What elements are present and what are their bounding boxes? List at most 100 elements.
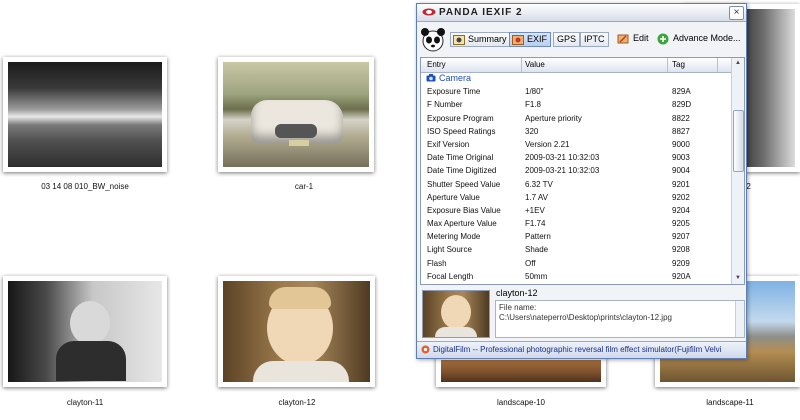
cell-value: F1.8: [525, 100, 542, 110]
photo-bw-noise: [3, 57, 167, 172]
category-label: Camera: [439, 73, 472, 83]
status-text: DigitalFilm -- Professional photographic…: [433, 345, 722, 354]
cell-entry: Max Aperture Value: [427, 219, 497, 229]
table-rows: Camera Exposure Time 1/80" 829A F Number F1.…: [421, 72, 732, 283]
title-bar[interactable]: PANDA IEXIF 2 ×: [417, 4, 746, 22]
cell-tag: 9209: [672, 258, 690, 268]
cell-entry: Focal Length: [427, 271, 474, 281]
cell-value: 2009-03-21 10:32:03: [525, 166, 600, 176]
tab-gps[interactable]: GPS: [553, 32, 581, 47]
summary-icon: [453, 35, 465, 45]
thumbnail-caption: clayton-12: [278, 398, 316, 407]
category-row-camera[interactable]: Camera: [421, 72, 732, 85]
cell-value: Aperture priority: [525, 113, 582, 123]
file-title: clayton-12: [496, 288, 538, 298]
table-row[interactable]: ISO Speed Ratings 320 8827: [421, 125, 732, 138]
digitalfilm-icon: [421, 345, 430, 354]
cell-value: Version 2.21: [525, 139, 570, 149]
tab-exif-label: EXIF: [527, 34, 548, 44]
table-row[interactable]: F Number F1.8 829D: [421, 98, 732, 111]
camera-icon: [426, 74, 436, 82]
table-row[interactable]: Focal Length 50mm 920A: [421, 270, 732, 283]
tab-exif[interactable]: EXIF: [509, 32, 552, 47]
cell-value: 6.32 TV: [525, 179, 553, 189]
photo-clayton-11: [3, 276, 167, 387]
close-button[interactable]: ×: [729, 6, 744, 20]
cell-tag: 920A: [672, 271, 691, 281]
cell-value: Pattern: [525, 232, 551, 242]
cell-entry: Exif Version: [427, 139, 470, 149]
cell-tag: 9202: [672, 192, 690, 202]
table-row[interactable]: Light Source Shade 9208: [421, 243, 732, 256]
cell-tag: 9003: [672, 153, 690, 163]
table-row[interactable]: Exposure Time 1/80" 829A: [421, 85, 732, 98]
cell-entry: Exposure Program: [427, 113, 494, 123]
file-path-box[interactable]: File name: C:\Users\nateperro\Desktop\pr…: [495, 300, 745, 338]
table-row[interactable]: Exposure Program Aperture priority 8822: [421, 112, 732, 125]
edit-label: Edit: [633, 33, 649, 43]
table-row[interactable]: Metering Mode Pattern 9207: [421, 230, 732, 243]
tab-iptc[interactable]: IPTC: [580, 32, 609, 47]
table-scrollbar[interactable]: ▲ ▼: [731, 58, 744, 284]
cell-entry: Light Source: [427, 245, 472, 255]
status-bar[interactable]: DigitalFilm -- Professional photographic…: [417, 341, 746, 358]
thumbnail-caption: landscape-11: [706, 398, 754, 407]
iexif-window: PANDA IEXIF 2 × Summary EXIF GPS IPTC Ed…: [416, 3, 747, 359]
column-entry[interactable]: Entry: [427, 60, 446, 69]
table-header: Entry Value Tag: [421, 58, 732, 73]
cell-value: 2009-03-21 10:32:03: [525, 153, 600, 163]
edit-button[interactable]: Edit: [617, 33, 649, 44]
photo-landscape-10: [436, 355, 606, 387]
table-row[interactable]: Date Time Original 2009-03-21 10:32:03 900…: [421, 151, 732, 164]
cell-entry: Exposure Bias Value: [427, 205, 501, 215]
cell-tag: 9207: [672, 232, 690, 242]
tab-gps-label: GPS: [557, 34, 577, 44]
scrollbar-thumb[interactable]: [733, 110, 744, 172]
file-path: C:\Users\nateperro\Desktop\prints\clayto…: [499, 313, 672, 322]
cell-entry: ISO Speed Ratings: [427, 126, 496, 136]
file-path-scrollbar[interactable]: [735, 301, 744, 337]
edit-icon: [617, 34, 629, 44]
column-tag[interactable]: Tag: [672, 60, 685, 69]
cell-tag: 829A: [672, 87, 691, 97]
cell-tag: 829D: [672, 100, 692, 110]
cell-tag: 9205: [672, 219, 690, 229]
table-row[interactable]: Date Time Digitized 2009-03-21 10:32:03 90…: [421, 164, 732, 177]
cell-value: 1/80": [525, 87, 544, 97]
photo-clayton-12: [218, 276, 375, 387]
cell-value: F1.74: [525, 219, 546, 229]
cell-tag: 8822: [672, 113, 690, 123]
thumbnail-caption: landscape-10: [496, 398, 546, 407]
cell-value: 50mm: [525, 271, 548, 281]
cell-value: 320: [525, 126, 539, 136]
table-row[interactable]: Exif Version Version 2.21 9000: [421, 138, 732, 151]
tab-summary[interactable]: Summary: [450, 32, 511, 47]
table-row[interactable]: Max Aperture Value F1.74 9205: [421, 217, 732, 230]
cell-entry: Metering Mode: [427, 232, 481, 242]
thumbnail-caption: clayton-11: [66, 398, 104, 407]
scroll-down-arrow-icon[interactable]: ▼: [732, 273, 744, 284]
cell-entry: F Number: [427, 100, 463, 110]
exif-icon: [512, 35, 524, 45]
thumbnail-caption: car-1: [294, 182, 314, 191]
cell-entry: Aperture Value: [427, 192, 480, 202]
exif-table: Entry Value Tag Camera Exposure Time 1/80…: [420, 57, 745, 285]
cell-entry: Date Time Digitized: [427, 166, 497, 176]
cell-entry: Date Time Original: [427, 153, 494, 163]
table-row[interactable]: Shutter Speed Value 6.32 TV 9201: [421, 178, 732, 191]
table-row[interactable]: Flash Off 9209: [421, 257, 732, 270]
scroll-up-arrow-icon[interactable]: ▲: [732, 58, 744, 69]
advance-mode-icon: [657, 33, 669, 45]
advance-mode-button[interactable]: Advance Mode...: [657, 33, 741, 45]
cell-value: +1EV: [525, 205, 545, 215]
thumbnail-caption: 03 14 08 010_BW_noise: [41, 182, 129, 191]
column-value[interactable]: Value: [525, 60, 545, 69]
photo-car-1: [218, 57, 374, 172]
cell-tag: 9004: [672, 166, 690, 176]
tab-iptc-label: IPTC: [584, 34, 605, 44]
table-row[interactable]: Exposure Bias Value +1EV 9204: [421, 204, 732, 217]
cell-tag: 8827: [672, 126, 690, 136]
tab-summary-label: Summary: [468, 34, 507, 44]
table-row[interactable]: Aperture Value 1.7 AV 9202: [421, 191, 732, 204]
preview-image: [422, 290, 490, 338]
